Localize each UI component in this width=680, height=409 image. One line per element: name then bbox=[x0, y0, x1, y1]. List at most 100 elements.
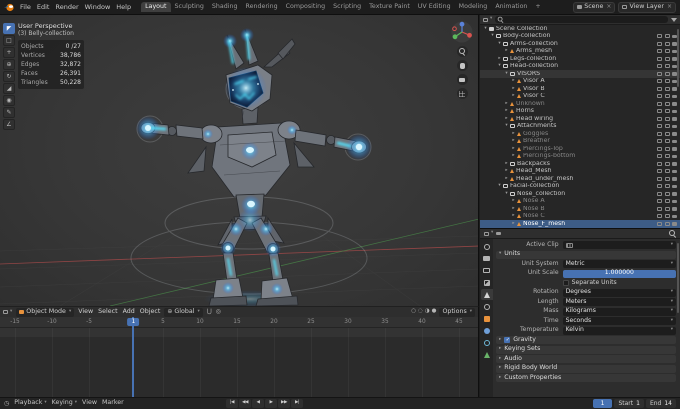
outliner-row-head-wiring[interactable]: ▸ Head wiring bbox=[480, 115, 680, 123]
expand-arrow-icon[interactable]: ▸ bbox=[510, 138, 517, 144]
exclude-checkbox-icon[interactable] bbox=[657, 64, 662, 69]
disable-render-icon[interactable] bbox=[672, 207, 677, 211]
expand-arrow-icon[interactable]: ▸ bbox=[510, 146, 517, 152]
expand-arrow-icon[interactable]: ▸ bbox=[510, 93, 517, 99]
play-button[interactable]: ▶ bbox=[265, 399, 277, 408]
outliner-row-head-under-mesh[interactable]: ▸ Head_under_mesh bbox=[480, 175, 680, 183]
search-icon[interactable] bbox=[669, 230, 676, 237]
disable-render-icon[interactable] bbox=[672, 184, 677, 188]
unit-checkbox-separate-units[interactable]: Separate Units bbox=[562, 279, 676, 286]
exclude-checkbox-icon[interactable] bbox=[657, 161, 662, 166]
disable-render-icon[interactable] bbox=[672, 94, 677, 98]
scene-selector[interactable]: Scene × bbox=[573, 1, 616, 13]
outliner-row-visors[interactable]: ▾ VISORS bbox=[480, 70, 680, 78]
outliner-row-nose-b[interactable]: ▸ Nose B bbox=[480, 205, 680, 213]
disable-render-icon[interactable] bbox=[672, 109, 677, 113]
jump-to-start-button[interactable]: |◀ bbox=[226, 399, 238, 408]
workspace-tab-uv-editing[interactable]: UV Editing bbox=[414, 2, 455, 12]
exclude-checkbox-icon[interactable] bbox=[657, 41, 662, 46]
menu-render[interactable]: Render bbox=[52, 2, 81, 13]
properties-tab-output[interactable] bbox=[481, 265, 493, 276]
workspace-tab-shading[interactable]: Shading bbox=[208, 2, 242, 12]
workspace-tab-sculpting[interactable]: Sculpting bbox=[171, 2, 208, 12]
shading-solid-icon[interactable]: ◌ bbox=[418, 309, 423, 315]
outliner-row-horns[interactable]: ▸ Horns bbox=[480, 108, 680, 116]
disable-viewport-icon[interactable] bbox=[664, 64, 670, 69]
end-frame-field[interactable]: End 14 bbox=[645, 399, 676, 408]
tool-cursor-icon[interactable]: + bbox=[3, 47, 15, 58]
tool-transform-icon[interactable]: ◉ bbox=[3, 95, 15, 106]
outliner-row-backpacks[interactable]: ▸ Backpacks bbox=[480, 160, 680, 168]
disable-viewport-icon[interactable] bbox=[664, 131, 670, 136]
current-frame-badge[interactable]: 1 bbox=[127, 318, 140, 326]
disable-render-icon[interactable] bbox=[672, 192, 677, 196]
disable-render-icon[interactable] bbox=[672, 177, 677, 181]
mode-dropdown[interactable]: Object Mode ▾ bbox=[16, 307, 75, 317]
expand-arrow-icon[interactable]: ▸ bbox=[510, 213, 517, 219]
outliner-row-visor-b[interactable]: ▸ Visor B bbox=[480, 85, 680, 93]
exclude-checkbox-icon[interactable] bbox=[657, 86, 662, 91]
properties-tab-physics[interactable] bbox=[481, 337, 493, 348]
playhead[interactable] bbox=[132, 317, 135, 397]
disable-viewport-icon[interactable] bbox=[664, 109, 670, 114]
outliner-row-breather[interactable]: ▸ Breather bbox=[480, 138, 680, 146]
exclude-checkbox-icon[interactable] bbox=[657, 79, 662, 84]
exclude-checkbox-icon[interactable] bbox=[657, 109, 662, 114]
timeline-menu-view[interactable]: View bbox=[82, 400, 97, 407]
editor-type-icon[interactable]: ▾ bbox=[483, 17, 492, 22]
outliner-row-nose-f-mesh[interactable]: ▸ Nose_F_mesh bbox=[480, 220, 680, 228]
exclude-checkbox-icon[interactable] bbox=[657, 116, 662, 121]
outliner-row-piercings-top[interactable]: ▸ Piercings-Top bbox=[480, 145, 680, 153]
tool-annotate-icon[interactable]: ✎ bbox=[3, 107, 15, 118]
outliner-search-input[interactable] bbox=[495, 16, 668, 23]
outliner-row-nose-collection[interactable]: ▾ Nose_collection bbox=[480, 190, 680, 198]
outliner-row-facial-collection[interactable]: ▾ Facial-collection bbox=[480, 183, 680, 191]
properties-tab-object[interactable] bbox=[481, 313, 493, 324]
workspace-tab-compositing[interactable]: Compositing bbox=[282, 2, 329, 12]
snap-magnet-icon[interactable]: ⋃ bbox=[207, 309, 212, 315]
exclude-checkbox-icon[interactable] bbox=[657, 199, 662, 204]
timeline-menu-marker[interactable]: Marker bbox=[102, 400, 124, 407]
disable-viewport-icon[interactable] bbox=[664, 116, 670, 121]
disable-viewport-icon[interactable] bbox=[664, 184, 670, 189]
outliner-row-piercings-bottom[interactable]: ▸ Piercings-bottom bbox=[480, 153, 680, 161]
disable-viewport-icon[interactable] bbox=[664, 214, 670, 219]
expand-arrow-icon[interactable]: ▾ bbox=[496, 41, 503, 47]
zoom-icon[interactable] bbox=[456, 46, 468, 57]
shading-material-preview-icon[interactable]: ◑ bbox=[425, 309, 430, 315]
outliner-row-nose-c[interactable]: ▸ Nose C bbox=[480, 213, 680, 221]
section-gravity[interactable]: ▸ Gravity bbox=[496, 336, 676, 344]
unit-field-temperature[interactable]: Kelvin ▾ bbox=[562, 326, 676, 335]
proportional-editing-icon[interactable]: ◎ bbox=[216, 309, 221, 315]
menu-file[interactable]: File bbox=[17, 2, 34, 13]
outliner-scrollbar[interactable] bbox=[677, 29, 679, 87]
disable-viewport-icon[interactable] bbox=[664, 34, 670, 39]
exclude-checkbox-icon[interactable] bbox=[657, 56, 662, 61]
exclude-checkbox-icon[interactable] bbox=[657, 139, 662, 144]
expand-arrow-icon[interactable]: ▸ bbox=[503, 161, 510, 167]
disable-viewport-icon[interactable] bbox=[664, 139, 670, 144]
unlink-scene-icon[interactable]: × bbox=[606, 4, 611, 10]
disable-render-icon[interactable] bbox=[672, 214, 677, 218]
unit-field-length[interactable]: Meters ▾ bbox=[562, 298, 676, 306]
exclude-checkbox-icon[interactable] bbox=[657, 169, 662, 174]
properties-tab-tool[interactable] bbox=[481, 241, 493, 252]
workspace-tab--[interactable]: + bbox=[531, 2, 544, 12]
disable-viewport-icon[interactable] bbox=[664, 41, 670, 46]
disable-viewport-icon[interactable] bbox=[664, 124, 670, 129]
exclude-checkbox-icon[interactable] bbox=[657, 184, 662, 189]
section-checkbox-icon[interactable] bbox=[504, 337, 511, 343]
tool-rotate-icon[interactable]: ↻ bbox=[3, 71, 15, 82]
editor-type-icon[interactable]: ▾ bbox=[3, 309, 12, 315]
properties-tab-view-layer[interactable] bbox=[481, 277, 493, 288]
tool-select-box-icon[interactable]: □ bbox=[3, 35, 15, 46]
disable-render-icon[interactable] bbox=[672, 147, 677, 151]
exclude-checkbox-icon[interactable] bbox=[657, 176, 662, 181]
exclude-checkbox-icon[interactable] bbox=[657, 131, 662, 136]
expand-arrow-icon[interactable]: ▸ bbox=[503, 168, 510, 174]
workspace-tab-modeling[interactable]: Modeling bbox=[455, 2, 492, 12]
outliner-row-nose-a[interactable]: ▸ Nose A bbox=[480, 198, 680, 206]
exclude-checkbox-icon[interactable] bbox=[657, 206, 662, 211]
disable-viewport-icon[interactable] bbox=[664, 49, 670, 54]
checkbox-icon[interactable] bbox=[562, 280, 569, 286]
